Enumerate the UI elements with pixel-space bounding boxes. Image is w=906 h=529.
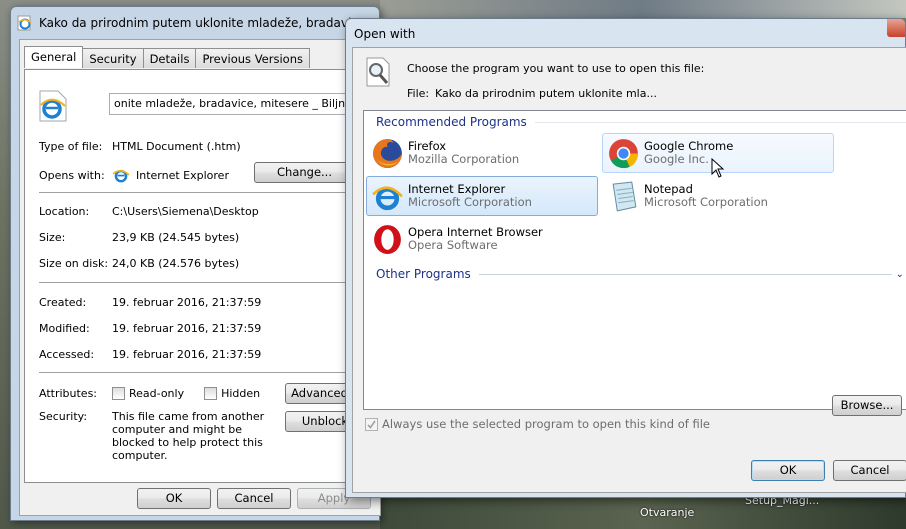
program-company: Microsoft Corporation: [644, 195, 768, 209]
program-company: Mozilla Corporation: [408, 152, 520, 166]
size-disk-label: Size on disk:: [39, 257, 109, 270]
accessed-row: Accessed: 19. februar 2016, 21:37:59: [39, 348, 261, 361]
hidden-label[interactable]: Hidden: [221, 387, 260, 400]
program-internet-explorer[interactable]: Internet Explorer Microsoft Corporation: [366, 176, 598, 216]
tab-strip: General Security Details Previous Versio…: [24, 46, 310, 68]
desktop-icon-label[interactable]: Otvaranje: [640, 506, 694, 519]
security-label: Security:: [39, 410, 88, 423]
recommended-header: Recommended Programs: [376, 115, 906, 129]
ie-icon: [112, 169, 130, 183]
properties-title: Kako da prirodnim putem uklonite mladeže…: [39, 16, 370, 30]
mouse-cursor-icon: [711, 158, 725, 178]
location-row: Location: C:\Users\Siemena\Desktop: [39, 205, 259, 218]
close-icon[interactable]: [887, 19, 905, 37]
open-with-dialog: Open with Choose the program you want to…: [345, 18, 906, 498]
notepad-icon: [612, 181, 637, 212]
size-label: Size:: [39, 231, 66, 244]
open-with-body: Choose the program you want to use to op…: [352, 47, 906, 493]
file-label: File:: [407, 87, 430, 100]
location-value: C:\Users\Siemena\Desktop: [112, 205, 259, 218]
hidden-checkbox[interactable]: [204, 387, 218, 400]
tab-previous-versions[interactable]: Previous Versions: [195, 48, 310, 68]
size-on-disk-row: Size on disk: 24,0 KB (24.576 bytes): [39, 257, 239, 270]
tab-general[interactable]: General: [24, 46, 84, 68]
location-label: Location:: [39, 205, 90, 218]
attributes-row: Attributes: Read-only Hidden: [39, 387, 260, 400]
properties-body: General Security Details Previous Versio…: [19, 39, 381, 516]
always-use-label: Always use the selected program to open …: [382, 417, 710, 431]
attributes-label: Attributes:: [39, 387, 98, 400]
other-programs-label: Other Programs: [376, 267, 471, 281]
size-row: Size: 23,9 KB (24.545 bytes): [39, 231, 239, 244]
properties-titlebar[interactable]: Kako da prirodnim putem uklonite mladeže…: [17, 13, 377, 33]
other-programs-header[interactable]: Other Programs ⌄: [376, 267, 904, 281]
opens-label: Opens with:: [39, 168, 105, 182]
modified-label: Modified:: [39, 322, 90, 335]
program-company: Opera Software: [408, 238, 498, 252]
size-value: 23,9 KB (24.545 bytes): [112, 231, 240, 244]
divider: [39, 192, 359, 193]
program-list[interactable]: Recommended Programs Firefox Mozilla Cor…: [363, 110, 906, 410]
chrome-icon: [609, 139, 638, 169]
always-use-row: Always use the selected program to open …: [365, 417, 710, 431]
modified-row: Modified: 19. februar 2016, 21:37:59: [39, 322, 261, 335]
file-name-input[interactable]: onite mladeže, bradavice, mitesere _ Bil…: [109, 93, 379, 115]
created-label: Created:: [39, 296, 87, 309]
always-use-checkbox[interactable]: [365, 417, 378, 431]
divider: [39, 282, 359, 283]
created-row: Created: 19. februar 2016, 21:37:59: [39, 296, 261, 309]
divider: [39, 372, 359, 373]
tab-security[interactable]: Security: [82, 48, 144, 68]
open-with-header: Choose the program you want to use to op…: [363, 56, 704, 106]
change-button[interactable]: Change...: [254, 162, 355, 183]
browse-button[interactable]: Browse...: [832, 395, 902, 416]
file-search-icon: [366, 57, 390, 87]
program-firefox[interactable]: Firefox Mozilla Corporation: [366, 133, 598, 173]
ok-button[interactable]: OK: [751, 460, 825, 481]
firefox-icon: [373, 139, 402, 168]
cancel-button[interactable]: Cancel: [217, 488, 291, 509]
accessed-value: 19. februar 2016, 21:37:59: [112, 348, 262, 361]
program-notepad[interactable]: Notepad Microsoft Corporation: [602, 176, 834, 216]
ok-button[interactable]: OK: [137, 488, 211, 509]
desktop-top-strip: [380, 0, 906, 18]
size-disk-value: 24,0 KB (24.576 bytes): [112, 257, 240, 270]
readonly-checkbox[interactable]: [112, 387, 125, 400]
type-value: HTML Document (.htm): [112, 140, 241, 153]
chevron-down-icon[interactable]: ⌄: [896, 269, 904, 280]
program-company: Microsoft Corporation: [408, 195, 532, 209]
divider: [478, 273, 892, 275]
open-with-title[interactable]: Open with: [354, 27, 415, 41]
ie-icon: [17, 15, 32, 31]
security-row: Security: This file came from another co…: [39, 410, 284, 462]
opens-value: Internet Explorer: [136, 168, 229, 182]
opens-with-row: Opens with: Internet Explorer: [39, 166, 229, 184]
created-value: 19. februar 2016, 21:37:59: [112, 296, 262, 309]
type-label: Type of file:: [39, 140, 103, 153]
readonly-label[interactable]: Read-only: [129, 387, 184, 400]
ie-icon: [372, 186, 403, 211]
check-icon: [367, 420, 376, 429]
security-text: This file came from another computer and…: [112, 410, 265, 462]
cancel-button[interactable]: Cancel: [833, 460, 906, 481]
opera-icon: [374, 225, 401, 254]
accessed-label: Accessed:: [39, 348, 95, 361]
tab-details[interactable]: Details: [142, 48, 197, 68]
file-value: Kako da prirodnim putem uklonite mla...: [435, 87, 657, 100]
divider: [534, 121, 906, 123]
general-tab-page: onite mladeže, bradavice, mitesere _ Bil…: [24, 69, 379, 483]
recommended-header-label: Recommended Programs: [376, 115, 527, 129]
type-row: Type of file: HTML Document (.htm): [39, 140, 241, 153]
modified-value: 19. februar 2016, 21:37:59: [112, 322, 262, 335]
program-opera[interactable]: Opera Internet Browser Opera Software: [366, 219, 598, 259]
properties-window: Kako da prirodnim putem uklonite mladeže…: [10, 6, 381, 521]
ie-file-icon: [39, 90, 67, 122]
instruction-text: Choose the program you want to use to op…: [407, 62, 705, 75]
